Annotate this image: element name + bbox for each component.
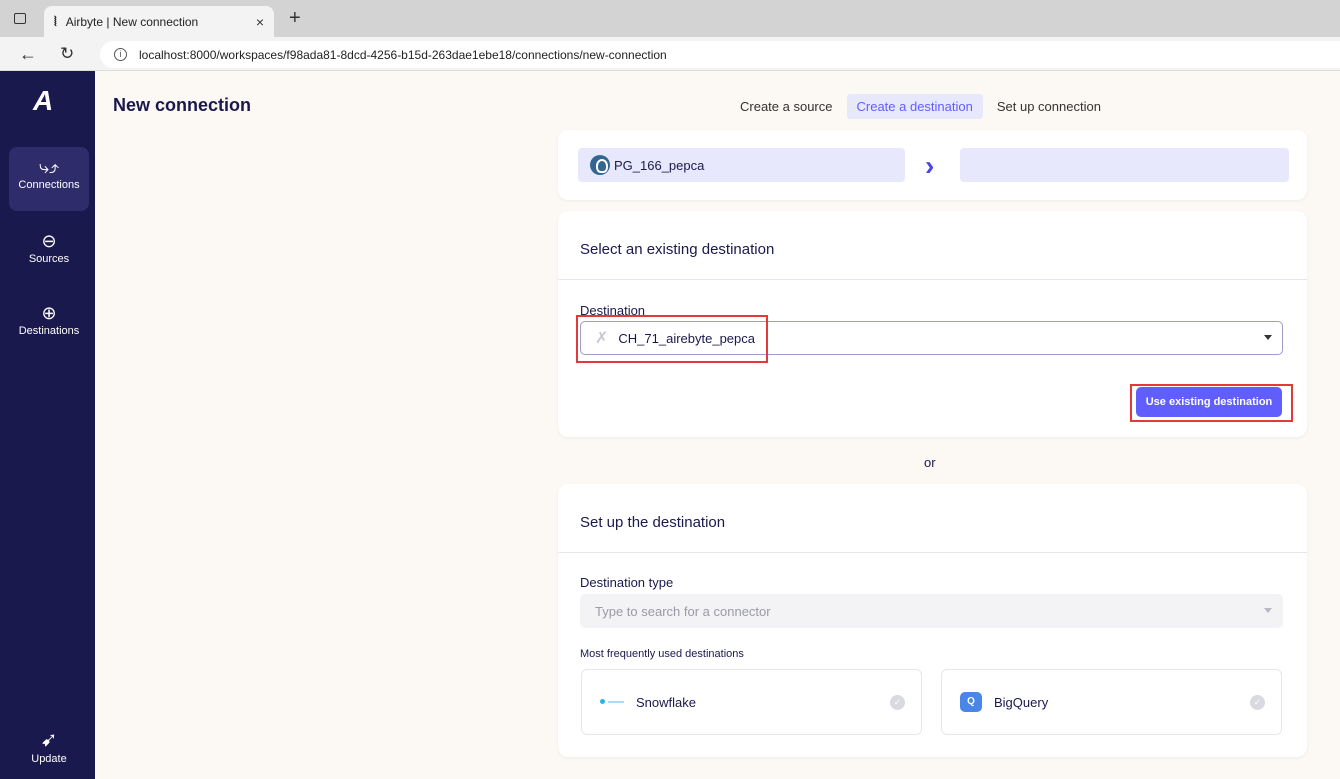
browser-tab-bar: ⦚ Airbyte | New connection × + <box>0 0 1340 37</box>
sidebar-item-label: Destinations <box>18 325 80 337</box>
caret-down-icon <box>1264 335 1272 340</box>
sidebar-item-label: Update <box>31 753 67 765</box>
url-host: localhost <box>139 47 187 62</box>
connections-icon: ⤷⤴ <box>38 157 60 177</box>
sidebar-item-update[interactable]: ➹ Update <box>9 727 89 765</box>
snowflake-icon <box>600 698 626 706</box>
sidebar: A ⤷⤴ Connections ⊖ Sources ⊕ Destination… <box>0 71 95 779</box>
page-title: New connection <box>113 95 252 115</box>
browser-tab[interactable]: ⦚ Airbyte | New connection × <box>44 6 274 37</box>
step-create-destination: Create a destination <box>846 93 983 119</box>
connection-summary-card: PG_166_pepca › <box>558 130 1307 200</box>
highlight-box-destination <box>576 315 768 363</box>
step-set-up-connection: Set up connection <box>996 98 1101 114</box>
step-create-source: Create a source <box>740 98 833 114</box>
check-icon: ✓ <box>890 695 905 710</box>
sidebar-item-connections[interactable]: ⤷⤴ Connections <box>9 147 89 211</box>
frequent-destinations-label: Most frequently used destinations <box>580 648 744 660</box>
setup-destination-header: Set up the destination <box>558 484 1307 553</box>
tab-title: Airbyte | New connection <box>65 14 199 29</box>
destination-arrow-icon: ⊕ <box>41 303 57 323</box>
tab-switcher-icon[interactable] <box>14 13 26 24</box>
reload-icon[interactable]: ↻ <box>60 44 74 64</box>
rocket-icon: ➹ <box>40 729 58 751</box>
source-pill: PG_166_pepca <box>578 148 905 182</box>
existing-destination-card: Select an existing destination Destinati… <box>558 211 1307 437</box>
step-indicator: Create a source Create a destination Set… <box>730 93 1115 119</box>
setup-destination-card: Set up the destination Destination type … <box>558 484 1307 757</box>
bigquery-card[interactable]: Q BigQuery ✓ <box>941 669 1282 735</box>
url-path: :8000/workspaces/f98ada81-8dcd-4256-b15d… <box>186 47 667 62</box>
destination-type-placeholder: Type to search for a connector <box>595 603 771 619</box>
chevron-right-icon: › <box>925 150 935 181</box>
sidebar-item-label: Connections <box>18 179 80 191</box>
site-info-icon[interactable]: i <box>114 48 127 61</box>
source-name: PG_166_pepca <box>614 157 705 173</box>
browser-address-bar: ← ↻ i localhost:8000/workspaces/f98ada81… <box>0 37 1340 71</box>
tab-close-icon[interactable]: × <box>256 14 264 30</box>
highlight-box-button <box>1130 384 1293 422</box>
bigquery-icon: Q <box>960 692 982 712</box>
sidebar-item-label: Sources <box>28 253 70 265</box>
postgres-icon <box>590 155 610 175</box>
destination-type-select[interactable]: Type to search for a connector <box>580 594 1283 628</box>
check-icon: ✓ <box>1250 695 1265 710</box>
new-tab-icon[interactable]: + <box>289 7 301 30</box>
source-arrow-icon: ⊖ <box>41 231 57 251</box>
snowflake-card[interactable]: Snowflake ✓ <box>581 669 922 735</box>
bigquery-name: BigQuery <box>994 694 1049 710</box>
or-separator: or <box>924 455 936 470</box>
airbyte-logo[interactable]: A <box>33 85 53 117</box>
existing-destination-header: Select an existing destination <box>558 211 1307 280</box>
destination-type-label: Destination type <box>580 575 674 590</box>
back-arrow-icon[interactable]: ← <box>19 44 37 65</box>
snowflake-name: Snowflake <box>636 694 696 710</box>
url-field[interactable]: i localhost:8000/workspaces/f98ada81-8dc… <box>100 41 1340 68</box>
sidebar-item-destinations[interactable]: ⊕ Destinations <box>9 293 89 357</box>
sidebar-item-sources[interactable]: ⊖ Sources <box>9 221 89 285</box>
caret-down-icon <box>1264 608 1272 613</box>
airbyte-favicon-icon: ⦚ <box>54 13 57 29</box>
destination-pill <box>960 148 1289 182</box>
